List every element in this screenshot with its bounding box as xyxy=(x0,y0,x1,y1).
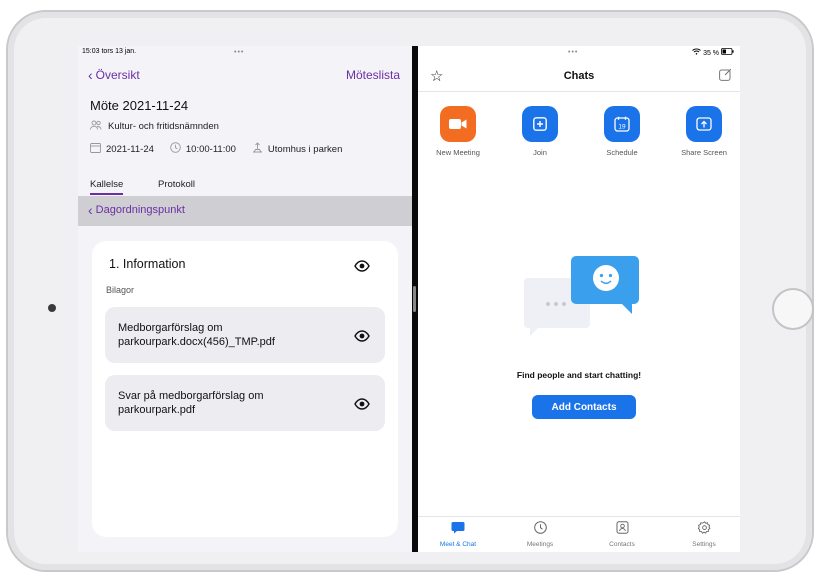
chat-bubbles-illustration xyxy=(524,254,644,344)
agenda-header: ‹ Dagordningspunkt xyxy=(78,196,412,226)
front-camera xyxy=(48,304,56,312)
ipad-screen: 15:03 tors 13 jan. ••• ‹ Översikt Mötesl… xyxy=(78,46,740,552)
multitask-dots[interactable]: ••• xyxy=(234,49,244,56)
meeting-time: 10:00-11:00 xyxy=(185,143,236,155)
bottom-tab-bar: Meet & Chat Meetings Contacts Settings xyxy=(418,516,740,552)
tab-label: Contacts xyxy=(609,541,635,548)
people-icon xyxy=(90,120,102,133)
home-button[interactable] xyxy=(772,288,814,330)
agenda-back-label: Dagordningspunkt xyxy=(95,204,185,216)
chat-bubble-icon xyxy=(426,521,490,539)
chats-header: ☆ Chats xyxy=(418,62,740,92)
clock-icon xyxy=(508,521,572,539)
split-view-handle[interactable] xyxy=(413,286,416,312)
compose-icon[interactable] xyxy=(719,68,732,86)
tab-label: Settings xyxy=(692,541,716,548)
page-title: Chats xyxy=(563,70,595,82)
calendar-icon: 19 xyxy=(604,106,640,142)
schedule-button[interactable]: 19 Schedule xyxy=(590,106,654,157)
clock-icon xyxy=(170,142,181,156)
back-overview-link[interactable]: ‹ Översikt xyxy=(88,68,140,82)
tab-label: Meetings xyxy=(526,541,554,548)
meeting-list-link[interactable]: Möteslista xyxy=(346,68,400,82)
back-overview-label: Översikt xyxy=(95,68,140,82)
agenda-item-card: 1. Information Bilagor Medborgarförslag … xyxy=(92,241,398,537)
zoom-app-pane: ••• 35 % ☆ Chats New Meeting Join 19 Sch… xyxy=(418,46,740,552)
attachment-name: Svar på medborgarförslag om parkourpark.… xyxy=(118,389,338,417)
tab-meetings[interactable]: Meetings xyxy=(508,521,572,548)
tab-settings[interactable]: Settings xyxy=(672,521,736,548)
empty-state-text: Find people and start chatting! xyxy=(516,370,642,380)
tab-kallelse[interactable]: Kallelse xyxy=(90,179,124,195)
calendar-day: 19 xyxy=(618,124,626,131)
attachment-name-line1: Medborgarförslag om xyxy=(118,322,223,334)
share-screen-label: Share Screen xyxy=(681,148,727,157)
status-bar: 15:03 tors 13 jan. xyxy=(78,46,412,58)
meeting-tabs: Kallelse Protokoll xyxy=(78,176,412,196)
tab-protokoll[interactable]: Protokoll xyxy=(158,179,195,190)
meeting-app-pane: 15:03 tors 13 jan. ••• ‹ Översikt Mötesl… xyxy=(78,46,412,552)
tab-label: Meet & Chat xyxy=(439,541,477,548)
multitask-dots[interactable]: ••• xyxy=(568,49,578,56)
attachments-label: Bilagor xyxy=(106,285,135,295)
chevron-left-icon: ‹ xyxy=(88,67,93,83)
plus-icon xyxy=(522,106,558,142)
meeting-details: 2021-11-24 10:00-11:00 Utomhus i parken xyxy=(90,142,342,156)
view-item-eye-icon[interactable] xyxy=(354,259,370,272)
meeting-title: Möte 2021-11-24 xyxy=(90,98,189,113)
agenda-item-title: 1. Information xyxy=(109,257,186,271)
meeting-date: 2021-11-24 xyxy=(106,143,154,155)
wifi-icon xyxy=(692,48,703,57)
back-agenda-link[interactable]: ‹ Dagordningspunkt xyxy=(88,201,185,218)
join-button[interactable]: Join xyxy=(508,106,572,157)
join-label: Join xyxy=(533,148,547,157)
chevron-left-icon: ‹ xyxy=(88,201,93,218)
attachment-name: Medborgarförslag om parkourpark.docx(456… xyxy=(118,321,338,349)
share-up-arrow-icon xyxy=(686,106,722,142)
navigation-bar: ‹ Översikt Möteslista xyxy=(78,64,412,84)
attachment-item[interactable]: Medborgarförslag om parkourpark.docx(456… xyxy=(105,307,385,363)
contact-card-icon xyxy=(590,521,654,539)
video-camera-icon xyxy=(440,106,476,142)
status-bar-right: 35 % xyxy=(692,48,734,57)
status-time: 15:03 xyxy=(82,48,100,55)
attachment-name-line1: Svar på medborgarförslag om xyxy=(118,390,264,402)
location-pin-icon xyxy=(252,142,263,156)
tab-contacts[interactable]: Contacts xyxy=(590,521,654,548)
meeting-organization: Kultur- och fritidsnämnden xyxy=(90,120,219,133)
view-attachment-eye-icon[interactable] xyxy=(354,397,370,410)
new-meeting-button[interactable]: New Meeting xyxy=(426,106,490,157)
schedule-label: Schedule xyxy=(606,148,638,157)
attachment-name-line2: parkourpark.pdf xyxy=(118,404,196,416)
new-meeting-label: New Meeting xyxy=(436,148,480,157)
gear-icon xyxy=(672,521,736,539)
meeting-location: Utomhus i parken xyxy=(267,143,343,155)
status-date: tors 13 jan. xyxy=(101,48,137,55)
view-attachment-eye-icon[interactable] xyxy=(354,329,370,342)
attachment-name-line2: parkourpark.docx(456)_TMP.pdf xyxy=(118,336,275,348)
battery-icon xyxy=(721,48,734,57)
calendar-icon xyxy=(90,142,101,156)
attachment-item[interactable]: Svar på medborgarförslag om parkourpark.… xyxy=(105,375,385,431)
share-screen-button[interactable]: Share Screen xyxy=(672,106,736,157)
tab-meet-chat[interactable]: Meet & Chat xyxy=(426,521,490,548)
add-contacts-button[interactable]: Add Contacts xyxy=(532,395,636,419)
battery-percent: 35 % xyxy=(703,50,720,57)
organization-name: Kultur- och fritidsnämnden xyxy=(108,121,219,132)
